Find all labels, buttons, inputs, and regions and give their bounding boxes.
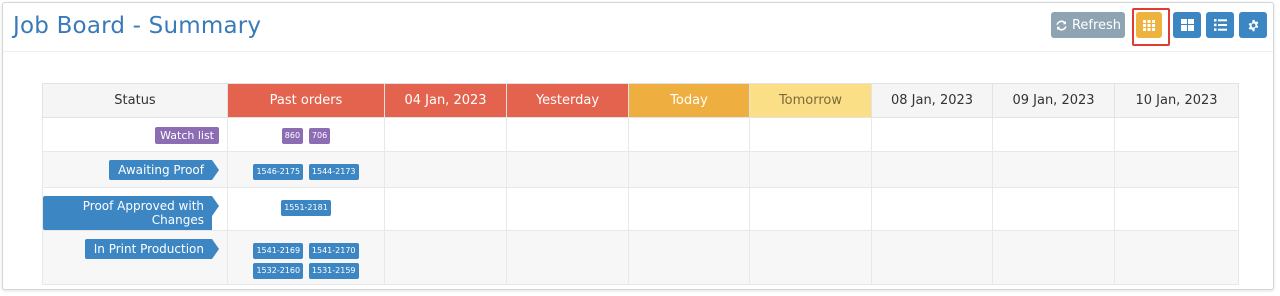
- tile-view-button[interactable]: [1173, 12, 1201, 38]
- status-tag-proof-approved-with-changes[interactable]: Proof Approved with Changes: [43, 196, 219, 230]
- refresh-label: Refresh: [1071, 17, 1122, 33]
- column-header-past-orders: Past orders: [227, 83, 385, 118]
- list-icon: [1213, 19, 1227, 31]
- date-cell: [1114, 187, 1239, 231]
- refresh-icon: [1055, 19, 1068, 32]
- order-chip[interactable]: 1546-2175: [253, 164, 304, 180]
- order-chip[interactable]: 706: [308, 128, 331, 144]
- settings-button[interactable]: [1239, 12, 1267, 38]
- job-board-table: Status Past orders 04 Jan, 2023 Yesterda…: [42, 83, 1239, 285]
- date-cell: [384, 187, 507, 231]
- status-cell: Awaiting Proof: [42, 151, 228, 188]
- column-header-today: Today: [628, 83, 750, 118]
- column-header-jan-09: 09 Jan, 2023: [992, 83, 1115, 118]
- grid-icon: [1143, 19, 1155, 31]
- date-cell: [992, 230, 1115, 285]
- date-cell: [992, 187, 1115, 231]
- past-orders-cell: 1546-2175 1544-2173: [227, 151, 385, 188]
- order-chip[interactable]: 1544-2173: [308, 164, 359, 180]
- past-orders-cell: 1541-2169 1541-2170 1532-2160 1531-2159: [227, 230, 385, 285]
- date-cell: [628, 230, 750, 285]
- order-chip[interactable]: 1541-2169: [253, 243, 304, 259]
- date-cell: [749, 187, 872, 231]
- date-cell: [506, 187, 629, 231]
- date-cell: [384, 117, 507, 152]
- order-chip[interactable]: 1531-2159: [308, 263, 359, 279]
- date-cell: [749, 230, 872, 285]
- date-cell: [628, 117, 750, 152]
- date-cell: [749, 151, 872, 188]
- date-cell: [992, 117, 1115, 152]
- gear-icon: [1247, 19, 1260, 32]
- summary-grid-view-button[interactable]: [1132, 8, 1170, 46]
- table-row: Proof Approved with Changes 1551-2181: [42, 187, 1239, 231]
- date-cell: [1114, 151, 1239, 188]
- date-cell: [384, 151, 507, 188]
- order-chip[interactable]: 860: [281, 128, 304, 144]
- date-cell: [384, 230, 507, 285]
- job-board-panel: Job Board - Summary Refresh Status Past …: [2, 2, 1274, 290]
- status-tag-watch-list[interactable]: Watch list: [155, 127, 219, 144]
- date-cell: [506, 151, 629, 188]
- column-header-status: Status: [42, 83, 228, 118]
- column-header-jan-04: 04 Jan, 2023: [384, 83, 507, 118]
- date-cell: [871, 151, 993, 188]
- table-row: Awaiting Proof 1546-2175 1544-2173: [42, 151, 1239, 188]
- date-cell: [1114, 117, 1239, 152]
- status-tag-awaiting-proof[interactable]: Awaiting Proof: [109, 160, 219, 180]
- order-chip[interactable]: 1551-2181: [281, 200, 331, 216]
- date-cell: [871, 117, 993, 152]
- past-orders-cell: 860 706: [227, 117, 385, 152]
- tiles-icon: [1180, 19, 1194, 31]
- status-tag-in-print-production[interactable]: In Print Production: [84, 239, 220, 259]
- date-cell: [506, 117, 629, 152]
- header-divider: [3, 51, 1273, 52]
- order-chip[interactable]: 1532-2160: [253, 263, 304, 279]
- date-cell: [749, 117, 872, 152]
- order-chip[interactable]: 1541-2170: [308, 243, 359, 259]
- refresh-button[interactable]: Refresh: [1051, 12, 1125, 38]
- page-title: Job Board - Summary: [13, 13, 262, 39]
- status-cell: In Print Production: [42, 230, 228, 285]
- column-header-tomorrow: Tomorrow: [749, 83, 872, 118]
- table-row: In Print Production 1541-2169 1541-2170 …: [42, 230, 1239, 285]
- date-cell: [992, 151, 1115, 188]
- status-cell: Watch list: [42, 117, 228, 152]
- list-view-button[interactable]: [1206, 12, 1234, 38]
- status-cell: Proof Approved with Changes: [42, 187, 228, 231]
- table-header-row: Status Past orders 04 Jan, 2023 Yesterda…: [42, 83, 1239, 118]
- date-cell: [1114, 230, 1239, 285]
- toolbar: Refresh: [1051, 8, 1267, 46]
- date-cell: [506, 230, 629, 285]
- date-cell: [871, 187, 993, 231]
- date-cell: [628, 187, 750, 231]
- table-row: Watch list 860 706: [42, 117, 1239, 152]
- past-orders-cell: 1551-2181: [227, 187, 385, 231]
- column-header-jan-10: 10 Jan, 2023: [1114, 83, 1239, 118]
- column-header-jan-08: 08 Jan, 2023: [871, 83, 993, 118]
- date-cell: [628, 151, 750, 188]
- date-cell: [871, 230, 993, 285]
- column-header-yesterday: Yesterday: [506, 83, 629, 118]
